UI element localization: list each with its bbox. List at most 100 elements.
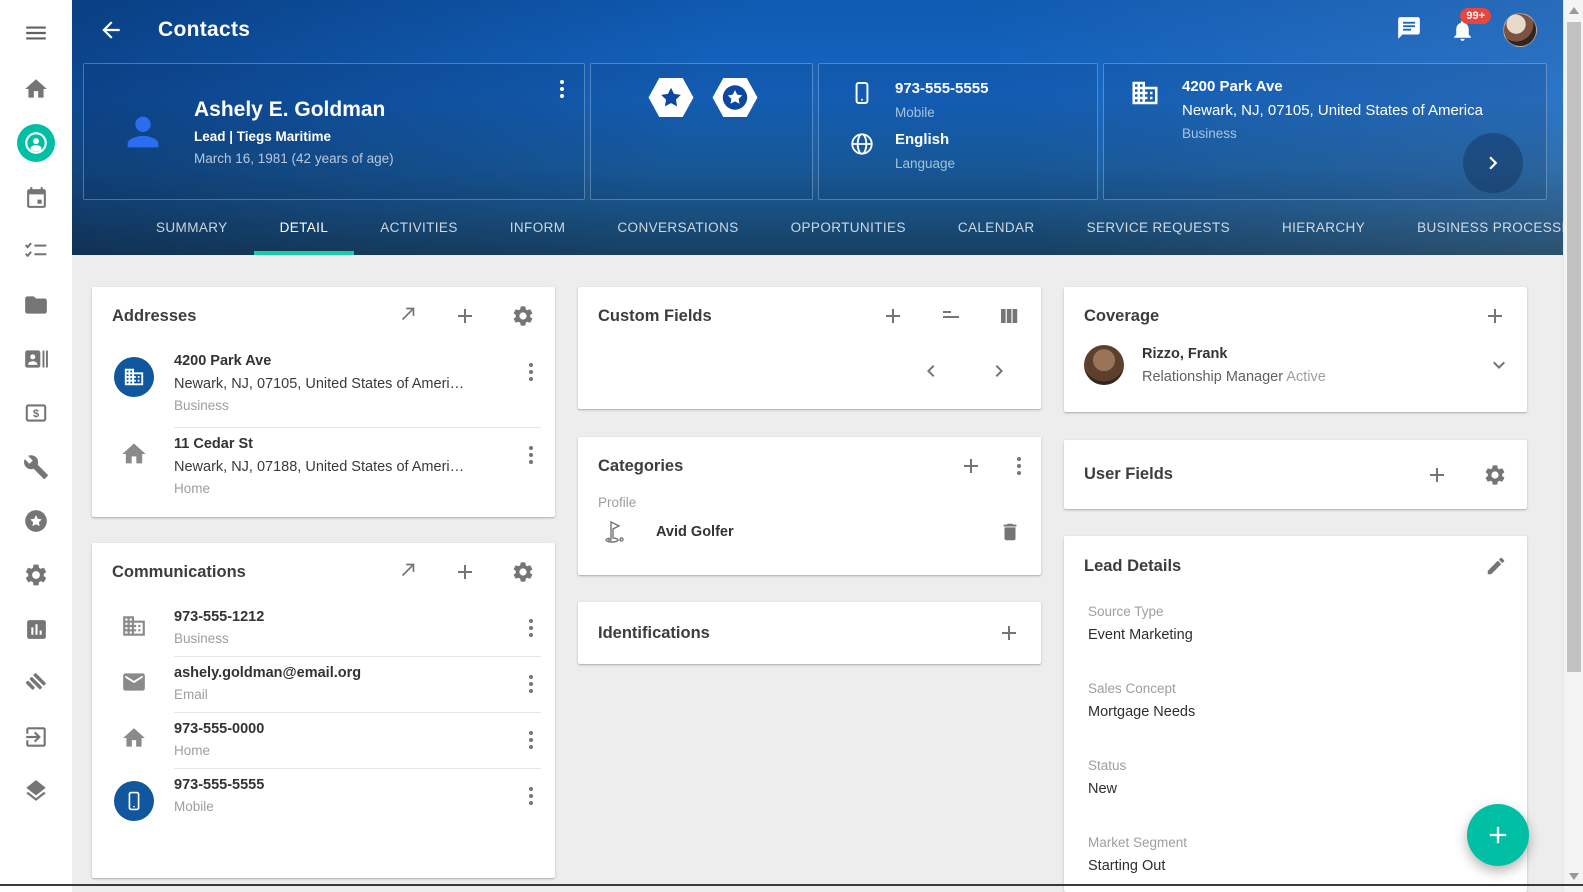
- row-more-icon[interactable]: [529, 675, 533, 693]
- row-more-icon[interactable]: [529, 446, 533, 464]
- hexagon-star-badge[interactable]: [647, 77, 695, 118]
- lead-details-card: Lead Details Source Type Event Marketing…: [1064, 536, 1527, 892]
- address-row[interactable]: 4200 Park Ave Newark, NJ, 07105, United …: [92, 345, 555, 427]
- tab-summary[interactable]: SUMMARY: [130, 203, 254, 255]
- add-icon[interactable]: [1425, 463, 1449, 487]
- tab-business-processes[interactable]: BUSINESS PROCESSES: [1391, 203, 1563, 255]
- communication-row[interactable]: 973-555-1212 Business: [92, 601, 555, 656]
- contact-birthdate: March 16, 1981 (42 years of age): [194, 151, 394, 166]
- tab-opportunities[interactable]: OPPORTUNITIES: [765, 203, 932, 255]
- checklist-icon: [23, 238, 49, 264]
- header-next-button[interactable]: [1463, 133, 1523, 193]
- sidebar-item-folders[interactable]: [22, 292, 50, 318]
- tab-service-requests[interactable]: SERVICE REQUESTS: [1061, 203, 1256, 255]
- smartphone-icon: [849, 80, 875, 106]
- row-more-icon[interactable]: [529, 731, 533, 749]
- smartphone-icon: [114, 781, 154, 821]
- left-sidebar: $: [0, 0, 72, 892]
- communication-row[interactable]: ashely.goldman@email.org Email: [92, 657, 555, 712]
- notifications-bell[interactable]: 99+: [1450, 18, 1475, 43]
- sidebar-item-analytics[interactable]: [22, 616, 50, 642]
- add-icon[interactable]: [1483, 304, 1507, 328]
- trash-icon[interactable]: [999, 521, 1021, 543]
- page-next-icon[interactable]: [987, 359, 1011, 383]
- sidebar-item-home[interactable]: [22, 76, 50, 102]
- scrollbar-thumb[interactable]: [1567, 22, 1581, 672]
- phone-row[interactable]: 973-555-5555 Mobile: [819, 78, 1097, 129]
- tab-conversations[interactable]: CONVERSATIONS: [591, 203, 764, 255]
- tab-hierarchy[interactable]: HIERARCHY: [1256, 203, 1391, 255]
- address-line1: 4200 Park Ave: [1182, 78, 1483, 95]
- sidebar-item-calendar[interactable]: [22, 184, 50, 210]
- plus-icon: [1484, 821, 1512, 849]
- hexagon-circle-star-badge[interactable]: [711, 77, 759, 118]
- edit-pencil-icon[interactable]: [1485, 555, 1507, 577]
- tab-inform[interactable]: INFORM: [484, 203, 592, 255]
- card-title: Identifications: [598, 624, 710, 643]
- sidebar-item-deals[interactable]: [22, 670, 50, 696]
- tab-activities[interactable]: ACTIVITIES: [354, 203, 484, 255]
- communication-row[interactable]: 973-555-5555 Mobile: [92, 769, 555, 831]
- user-avatar[interactable]: [1503, 13, 1537, 47]
- address-line2: Newark, NJ, 07105, United States of Amer…: [1182, 102, 1483, 119]
- sidebar-item-settings[interactable]: [22, 562, 50, 588]
- dollar-icon: $: [23, 400, 49, 426]
- row-more-icon[interactable]: [529, 619, 533, 637]
- add-icon[interactable]: [881, 304, 905, 328]
- back-arrow-icon[interactable]: [98, 17, 124, 43]
- settings-gear-icon[interactable]: [511, 560, 535, 584]
- open-icon[interactable]: [397, 559, 419, 586]
- vertical-scrollbar[interactable]: [1563, 0, 1583, 892]
- sidebar-item-layers[interactable]: [22, 778, 50, 804]
- communication-type: Email: [174, 687, 521, 702]
- category-group-label: Profile: [578, 495, 1041, 514]
- settings-gear-icon[interactable]: [1483, 463, 1507, 487]
- columns-icon[interactable]: [997, 304, 1021, 328]
- sidebar-item-billing[interactable]: $: [22, 400, 50, 426]
- sidebar-item-tasks[interactable]: [22, 238, 50, 264]
- bar-chart-icon: [24, 617, 49, 642]
- tab-detail[interactable]: DETAIL: [254, 203, 355, 255]
- sidebar-item-tools[interactable]: [22, 454, 50, 480]
- sort-icon[interactable]: [939, 304, 963, 328]
- settings-gear-icon[interactable]: [511, 304, 535, 328]
- tab-calendar[interactable]: CALENDAR: [932, 203, 1061, 255]
- sidebar-item-contacts[interactable]: [17, 124, 55, 162]
- detail-content: Addresses 4200 Park Ave Newark, NJ, 0710…: [72, 255, 1563, 892]
- add-icon[interactable]: [959, 454, 983, 478]
- menu-icon[interactable]: [23, 20, 49, 46]
- window-bottom-edge: [0, 884, 1583, 886]
- categories-card: Categories Profile Avid Golfer: [578, 437, 1041, 575]
- scroll-down-arrow[interactable]: [1564, 868, 1583, 884]
- address-type: Business: [174, 398, 521, 413]
- add-fab-button[interactable]: [1467, 804, 1529, 866]
- row-more-icon[interactable]: [529, 787, 533, 805]
- row-more-icon[interactable]: [529, 363, 533, 381]
- sidebar-item-directory[interactable]: [22, 346, 50, 372]
- chevron-down-icon[interactable]: [1487, 353, 1511, 377]
- communication-row[interactable]: 973-555-0000 Home: [92, 713, 555, 768]
- scroll-up-arrow[interactable]: [1564, 2, 1583, 18]
- communication-value: 973-555-0000: [174, 721, 521, 737]
- open-icon[interactable]: [397, 303, 419, 330]
- phone-label: Mobile: [895, 105, 988, 120]
- language-row[interactable]: English Language: [819, 129, 1097, 180]
- language-value: English: [895, 131, 955, 148]
- sidebar-item-rewards[interactable]: [22, 508, 50, 534]
- coverage-row[interactable]: Rizzo, Frank Relationship Manager Active: [1064, 345, 1527, 401]
- card-more-icon[interactable]: [1017, 457, 1021, 475]
- page-prev-icon[interactable]: [919, 359, 943, 383]
- page-title: Contacts: [158, 18, 250, 42]
- add-icon[interactable]: [997, 621, 1021, 645]
- chat-icon[interactable]: [1396, 15, 1422, 46]
- sidebar-item-exit[interactable]: [22, 724, 50, 750]
- profile-more-icon[interactable]: [560, 80, 564, 98]
- add-icon[interactable]: [453, 304, 477, 328]
- chevron-right-icon: [1480, 150, 1506, 176]
- address-row[interactable]: 11 Cedar St Newark, NJ, 07188, United St…: [92, 428, 555, 510]
- profile-summary-card: Ashely E. Goldman Lead | Tiegs Maritime …: [83, 63, 585, 200]
- category-row[interactable]: Avid Golfer: [578, 514, 1041, 562]
- coverage-name: Rizzo, Frank: [1142, 346, 1487, 362]
- add-icon[interactable]: [453, 560, 477, 584]
- address-type: Home: [174, 481, 521, 496]
